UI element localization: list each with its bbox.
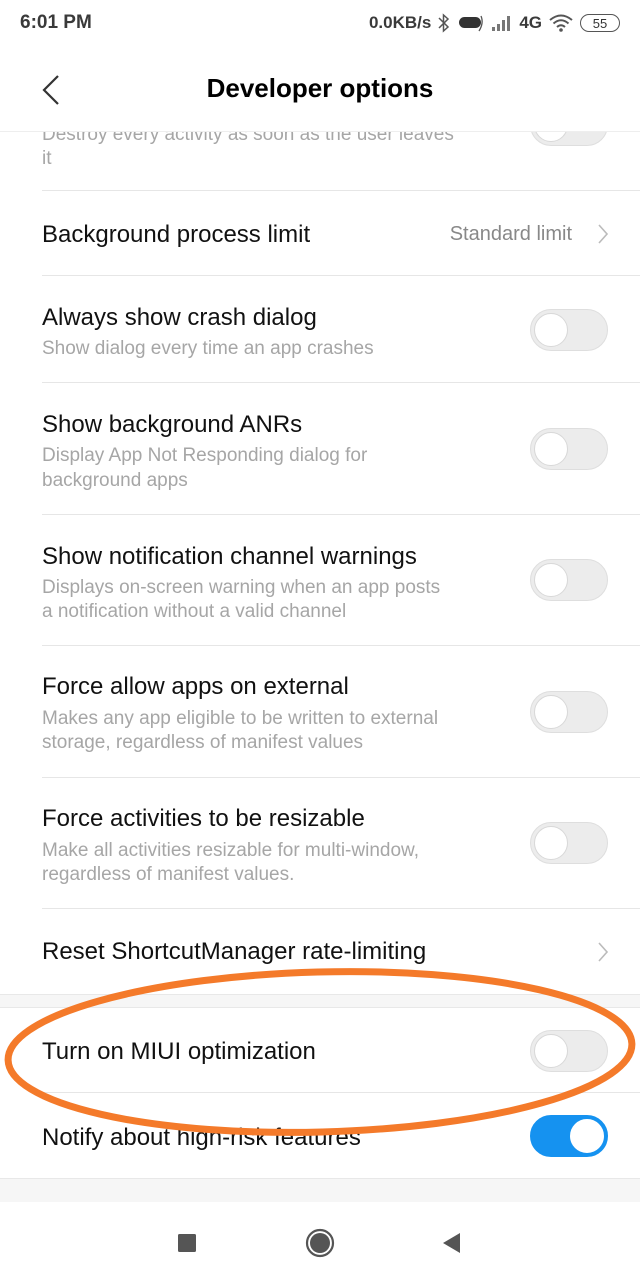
setting-subtitle: Display App Not Responding dialog for xyxy=(42,445,368,466)
force-allow-external-toggle[interactable] xyxy=(530,691,608,733)
status-time: 6:01 PM xyxy=(20,12,92,33)
setting-miui-optimization[interactable]: Turn on MIUI optimization xyxy=(0,1008,640,1093)
header: Developer options xyxy=(0,46,640,132)
bluetooth-icon xyxy=(437,13,451,33)
chevron-right-icon xyxy=(598,224,609,244)
force-resizable-toggle[interactable] xyxy=(530,822,608,864)
battery-icon: 55 xyxy=(580,14,620,32)
bottom-gap xyxy=(0,1178,640,1202)
miui-optimization-toggle[interactable] xyxy=(530,1030,608,1072)
setting-show-background-anrs[interactable]: Show background ANRs Display App Not Res… xyxy=(0,383,640,515)
back-icon xyxy=(443,1233,460,1253)
setting-title: Show background ANRs xyxy=(42,411,303,438)
home-button[interactable] xyxy=(305,1228,335,1258)
setting-reset-shortcut-manager[interactable]: Reset ShortcutManager rate-limiting xyxy=(0,909,640,994)
setting-always-show-crash-dialog[interactable]: Always show crash dialog Show dialog eve… xyxy=(0,276,640,383)
setting-notify-high-risk[interactable]: Notify about high-risk features xyxy=(0,1093,640,1179)
setting-title: Force allow apps on external xyxy=(42,673,349,700)
signal-icon xyxy=(491,14,513,32)
setting-notification-channel-warnings[interactable]: Show notification channel warnings Displ… xyxy=(0,515,640,646)
toggle-knob xyxy=(534,826,568,860)
setting-title: Reset ShortcutManager rate-limiting xyxy=(42,938,427,965)
status-bar: 6:01 PM 0.0KB/s 4G 55 xyxy=(0,0,640,46)
toggle-knob xyxy=(570,1119,604,1153)
setting-subtitle-line2: it xyxy=(42,148,52,169)
notify-high-risk-toggle[interactable] xyxy=(530,1115,608,1157)
status-icons: 0.0KB/s 4G 55 xyxy=(369,13,620,33)
setting-subtitle: Displays on-screen warning when an app p… xyxy=(42,577,441,598)
setting-subtitle-line2: storage, regardless of manifest values xyxy=(42,732,364,753)
setting-title: Show notification channel warnings xyxy=(42,543,417,570)
setting-force-allow-apps-external[interactable]: Force allow apps on external Makes any a… xyxy=(0,646,640,778)
hotspot-icon xyxy=(457,13,485,33)
toggle-knob xyxy=(534,695,568,729)
setting-subtitle: Make all activities resizable for multi-… xyxy=(42,840,419,861)
setting-title: Turn on MIUI optimization xyxy=(42,1038,316,1065)
page-title: Developer options xyxy=(206,73,434,103)
wifi-icon xyxy=(548,13,574,33)
setting-value: Standard limit xyxy=(449,223,572,245)
setting-subtitle: Makes any app eligible to be written to … xyxy=(42,708,439,729)
background-anrs-toggle[interactable] xyxy=(530,428,608,470)
network-speed: 0.0KB/s xyxy=(368,13,432,32)
setting-title: Always show crash dialog xyxy=(42,304,317,331)
setting-subtitle-line2: a notification without a valid channel xyxy=(42,601,347,622)
section-separator xyxy=(0,994,640,1008)
back-nav-button[interactable] xyxy=(436,1228,466,1258)
navigation-bar xyxy=(0,1202,640,1280)
setting-background-process-limit[interactable]: Background process limit Standard limit xyxy=(0,191,640,276)
setting-subtitle: Show dialog every time an app crashes xyxy=(42,338,374,359)
chevron-left-icon xyxy=(42,75,59,105)
network-type: 4G xyxy=(519,13,542,32)
toggle-knob xyxy=(534,563,568,597)
setting-force-activities-resizable[interactable]: Force activities to be resizable Make al… xyxy=(0,778,640,909)
back-button[interactable] xyxy=(36,72,66,108)
chevron-right-icon xyxy=(598,942,609,962)
home-icon xyxy=(305,1228,335,1258)
toggle-knob xyxy=(534,313,568,347)
setting-subtitle-line2: background apps xyxy=(42,470,188,491)
recents-icon xyxy=(178,1234,196,1252)
setting-title: Background process limit xyxy=(42,221,311,248)
toggle-knob xyxy=(534,1034,568,1068)
crash-dialog-toggle[interactable] xyxy=(530,309,608,351)
setting-title: Force activities to be resizable xyxy=(42,805,365,832)
recents-button[interactable] xyxy=(172,1228,202,1258)
notification-channel-warnings-toggle[interactable] xyxy=(530,559,608,601)
setting-subtitle-line2: regardless of manifest values. xyxy=(42,864,295,885)
toggle-knob xyxy=(534,432,568,466)
screen: 6:01 PM 0.0KB/s 4G 55 Developer options xyxy=(0,0,640,1280)
setting-title: Notify about high-risk features xyxy=(42,1124,361,1151)
